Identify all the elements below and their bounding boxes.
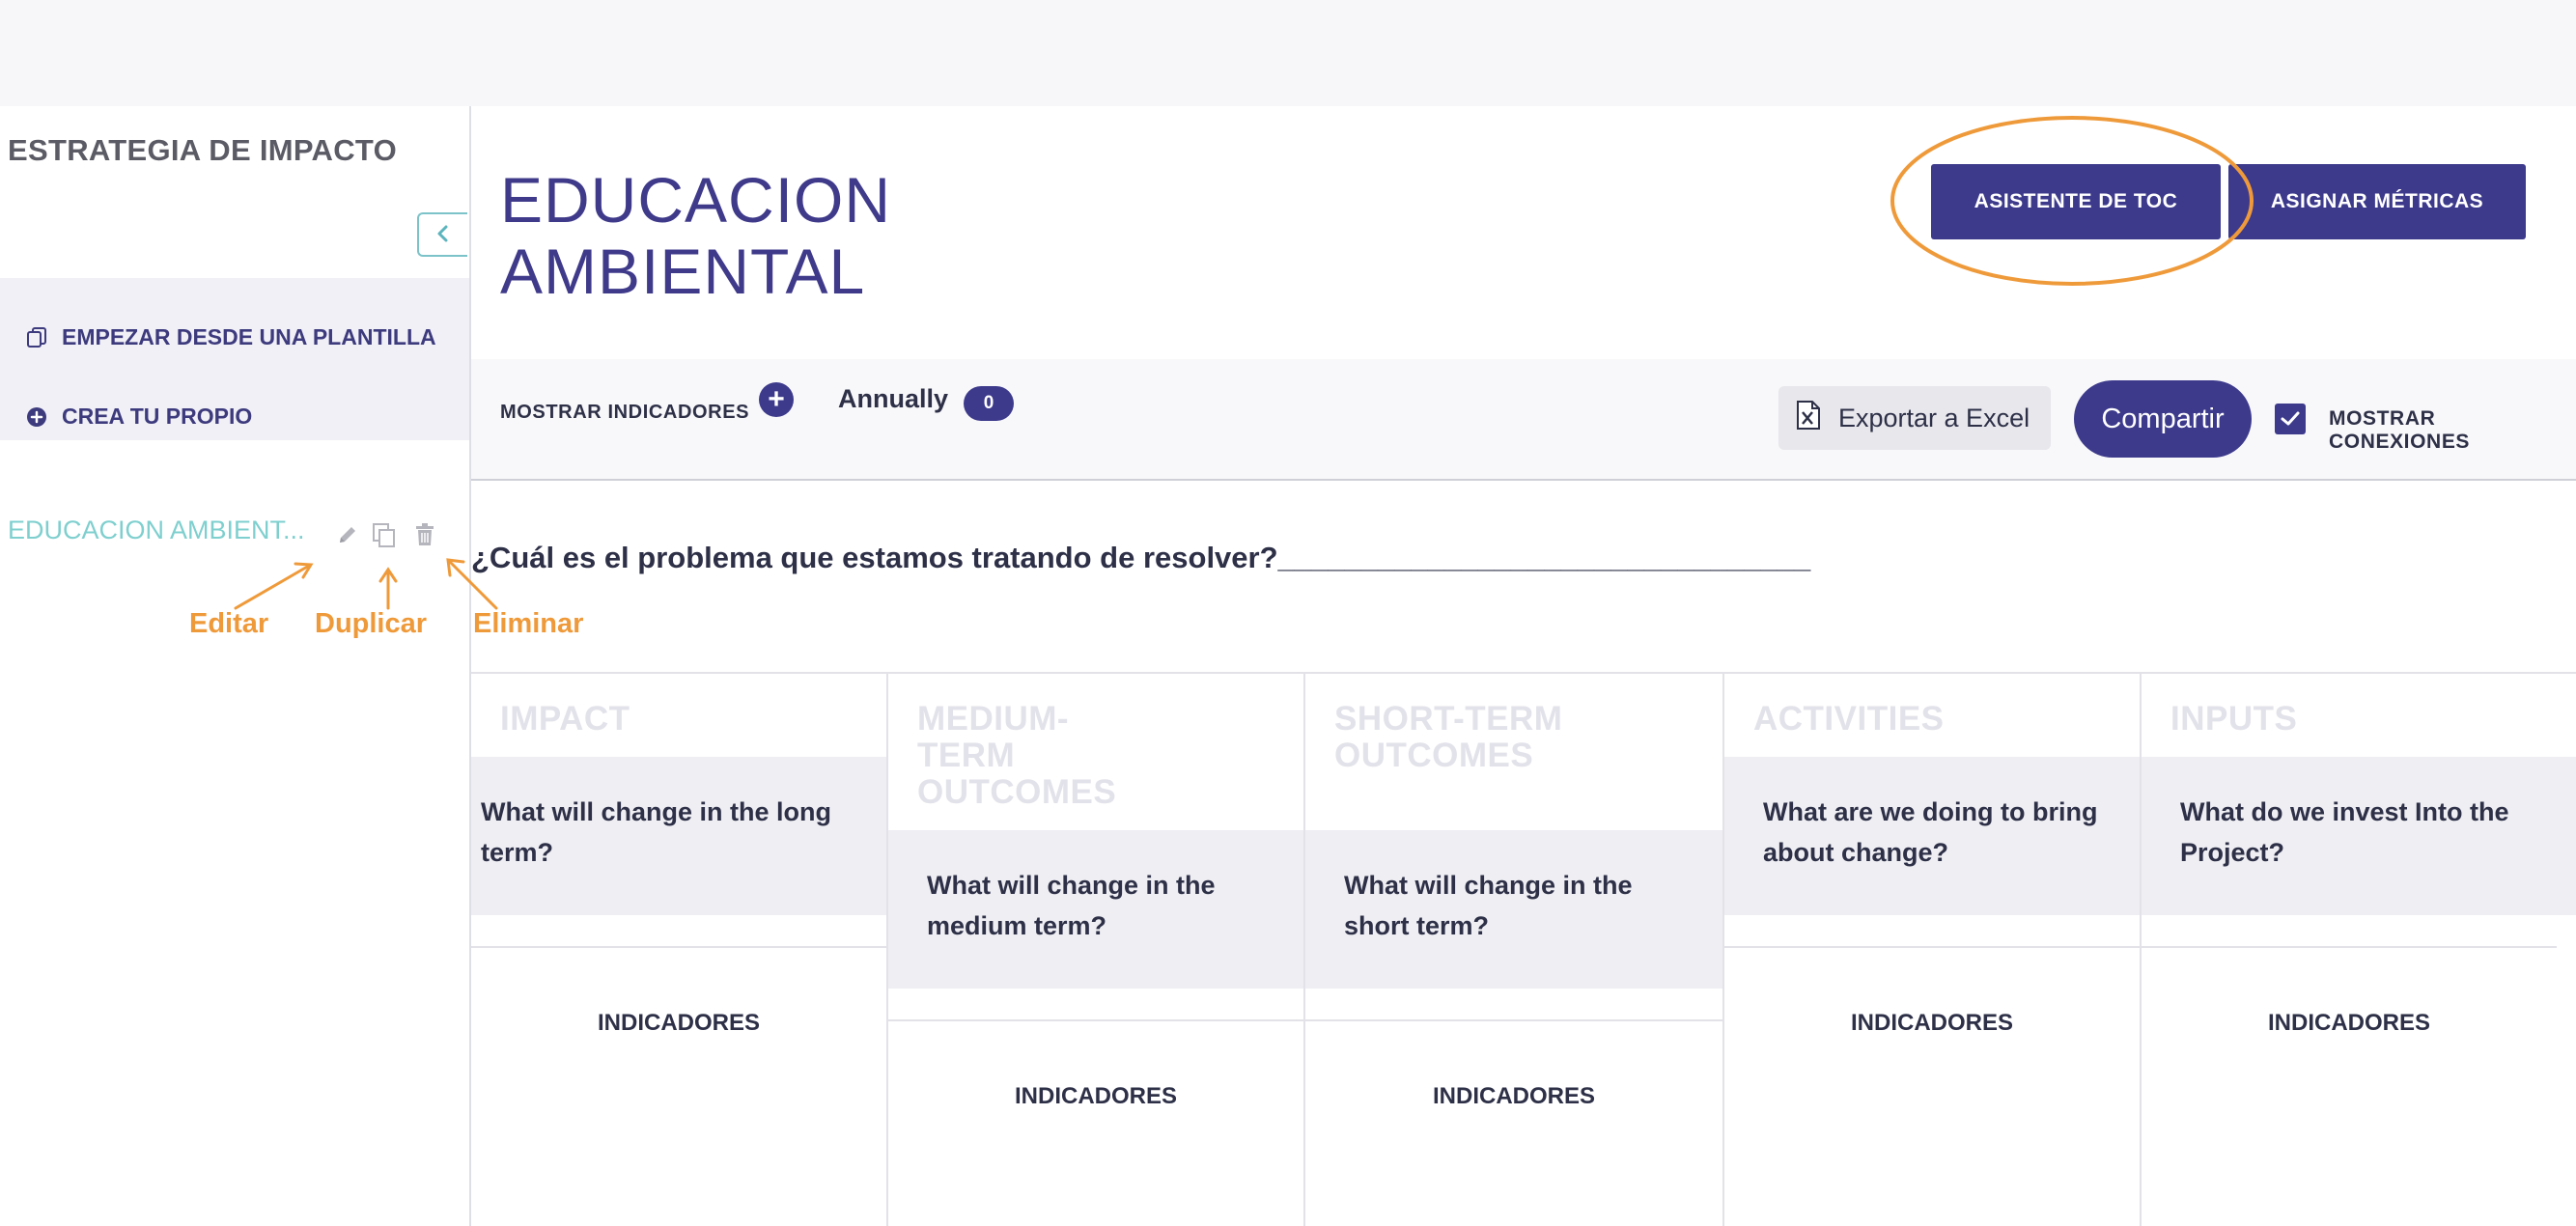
column-divider	[2142, 946, 2557, 948]
plus-icon: +	[768, 383, 785, 415]
indicators-button[interactable]: INDICADORES	[1305, 1083, 1722, 1110]
column-question[interactable]: What will change in the medium term?	[888, 830, 1303, 989]
column-question[interactable]: What will change in the short term?	[1305, 830, 1722, 989]
column-title: ACTIVITIES	[1753, 700, 1945, 738]
column-impact: IMPACT What will change in the long term…	[471, 674, 888, 1226]
project-name[interactable]: EDUCACION AMBIENT...	[8, 515, 305, 545]
toolbar: MOSTRAR INDICADORES + Annually 0 Exporta…	[471, 359, 2576, 481]
show-connections-checkbox[interactable]	[2275, 404, 2306, 434]
main-content: EDUCACION AMBIENTAL ASISTENTE DE TOC ASI…	[471, 106, 2576, 1226]
project-item[interactable]: EDUCACION AMBIENT...	[8, 508, 462, 556]
pencil-icon[interactable]	[334, 521, 361, 548]
column-title: INPUTS	[2170, 700, 2298, 738]
column-divider	[888, 1019, 1303, 1021]
indicators-button[interactable]: INDICADORES	[2142, 1010, 2557, 1037]
show-indicators-label: MOSTRAR INDICADORES	[500, 402, 750, 423]
column-inputs: INPUTS What do we invest Into the Projec…	[2142, 674, 2576, 1226]
indicators-button[interactable]: INDICADORES	[1724, 1010, 2140, 1037]
export-excel-button[interactable]: Exportar a Excel	[1778, 386, 2051, 450]
start-from-template-label: EMPEZAR DESDE UNA PLANTILLA	[62, 324, 436, 349]
create-your-own-button[interactable]: CREA TU PROPIO	[25, 404, 252, 430]
delete-annotation: Eliminar	[473, 608, 584, 639]
frequency-count-badge: 0	[964, 386, 1014, 421]
show-connections-label: MOSTRAR CONEXIONES	[2329, 407, 2471, 453]
column-divider	[1724, 946, 2140, 948]
sidebar-title: ESTRATEGIA DE IMPACTO	[8, 133, 398, 167]
sidebar: ESTRATEGIA DE IMPACTO EMPEZAR DESDE UNA …	[0, 106, 583, 1226]
column-divider	[471, 946, 886, 948]
template-copy-icon	[25, 326, 48, 349]
column-question[interactable]: What will change in the long term?	[471, 757, 886, 915]
collapse-sidebar-button[interactable]	[417, 212, 467, 257]
duplicate-annotation: Duplicar	[315, 608, 428, 639]
column-question[interactable]: What are we doing to bring about change?	[1724, 757, 2140, 915]
start-from-template-button[interactable]: EMPEZAR DESDE UNA PLANTILLA	[25, 324, 436, 350]
create-your-own-label: CREA TU PROPIO	[62, 404, 253, 429]
checkmark-icon	[2281, 411, 2300, 426]
assign-metrics-button[interactable]: ASIGNAR MÉTRICAS	[2228, 164, 2526, 239]
excel-file-icon	[1796, 400, 1821, 437]
indicators-button[interactable]: INDICADORES	[888, 1083, 1303, 1110]
edit-annotation: Editar	[189, 608, 269, 639]
problem-question[interactable]: ¿Cuál es el problema que estamos tratand…	[471, 541, 1810, 575]
column-medium-term: MEDIUM-TERM OUTCOMES What will change in…	[888, 674, 1305, 1226]
column-question[interactable]: What do we invest Into the Project?	[2142, 757, 2576, 915]
chevron-left-icon	[435, 220, 451, 250]
trash-icon[interactable]	[411, 521, 438, 548]
page-title: EDUCACION AMBIENTAL	[500, 164, 891, 307]
indicators-button[interactable]: INDICADORES	[471, 1010, 886, 1037]
column-activities: ACTIVITIES What are we doing to bring ab…	[1724, 674, 2142, 1226]
page-title-line-1: EDUCACION	[500, 164, 892, 236]
top-bar	[0, 0, 2576, 106]
frequency-selector[interactable]: Annually	[838, 384, 948, 414]
duplicate-icon[interactable]	[371, 521, 398, 548]
column-title: SHORT-TERM OUTCOMES	[1334, 700, 1563, 774]
column-divider	[1305, 1019, 1722, 1021]
column-short-term: SHORT-TERM OUTCOMES What will change in …	[1305, 674, 1724, 1226]
plus-circle-icon	[25, 405, 48, 429]
add-indicator-button[interactable]: +	[759, 382, 794, 417]
sidebar-actions: EMPEZAR DESDE UNA PLANTILLA CREA TU PROP…	[0, 278, 469, 440]
share-button[interactable]: Compartir	[2074, 380, 2252, 458]
column-title: IMPACT	[500, 700, 630, 738]
page-title-line-2: AMBIENTAL	[500, 236, 866, 307]
column-title: MEDIUM-TERM OUTCOMES	[917, 700, 1117, 811]
toc-assistant-button[interactable]: ASISTENTE DE TOC	[1931, 164, 2221, 239]
export-excel-label: Exportar a Excel	[1838, 403, 2030, 432]
